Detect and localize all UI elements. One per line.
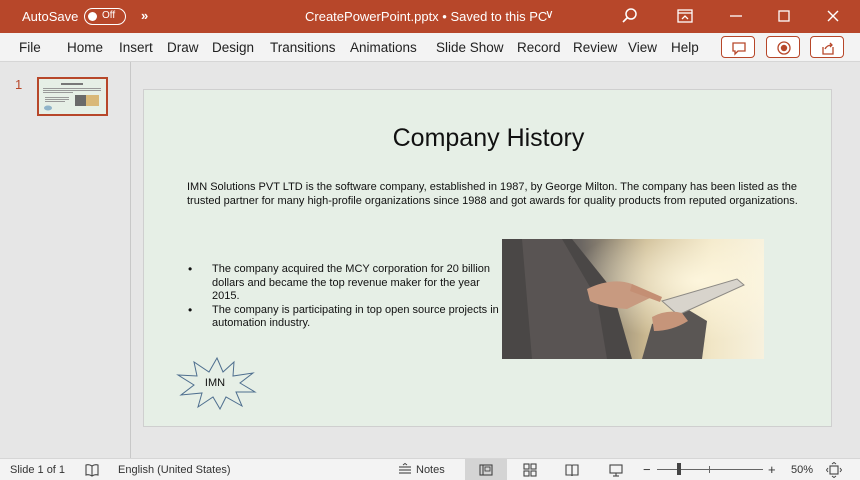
- ribbon-tabs: File Home Insert Draw Design Transitions…: [0, 33, 860, 62]
- status-bar: Slide 1 of 1 English (United States) Not…: [0, 458, 860, 480]
- toggle-knob: [88, 12, 97, 21]
- tab-help[interactable]: Help: [671, 40, 699, 55]
- zoom-slider-center-tick: [709, 466, 710, 473]
- chevron-down-icon[interactable]: ∨: [545, 7, 554, 21]
- slide-sorter-icon[interactable]: [522, 462, 538, 478]
- close-icon[interactable]: [822, 5, 844, 27]
- record-icon: [777, 41, 791, 55]
- search-icon[interactable]: [619, 5, 641, 27]
- starburst-shape[interactable]: IMN: [176, 356, 258, 410]
- ribbon-display-icon[interactable]: [674, 5, 696, 27]
- zoom-out-button[interactable]: −: [643, 462, 651, 477]
- slide-count[interactable]: Slide 1 of 1: [10, 464, 65, 476]
- slide-show-icon[interactable]: [608, 462, 624, 478]
- slide-thumbnail-pane: 1: [0, 62, 131, 458]
- fit-slide-icon[interactable]: [825, 461, 843, 479]
- bullet-list[interactable]: The company acquired the MCY corporation…: [187, 263, 507, 331]
- autosave-toggle[interactable]: Off: [84, 8, 126, 25]
- slide-number: 1: [15, 77, 23, 92]
- bullet-item: The company acquired the MCY corporation…: [187, 263, 507, 304]
- share-icon: [822, 42, 834, 55]
- document-title[interactable]: CreatePowerPoint.pptx • Saved to this PC: [305, 9, 547, 24]
- tab-design[interactable]: Design: [212, 40, 254, 55]
- title-bar: AutoSave Off » CreatePowerPoint.pptx • S…: [0, 0, 860, 33]
- record-button[interactable]: [766, 36, 800, 58]
- normal-view-icon[interactable]: [478, 462, 494, 478]
- share-button[interactable]: [810, 36, 844, 58]
- tab-draw[interactable]: Draw: [167, 40, 199, 55]
- more-commands-icon[interactable]: »: [141, 8, 148, 23]
- tablet-hands-photo[interactable]: [502, 239, 764, 359]
- autosave-state: Off: [102, 10, 116, 21]
- tab-slide-show[interactable]: Slide Show: [436, 40, 504, 55]
- comment-icon: [732, 42, 746, 56]
- autosave-label: AutoSave: [22, 9, 79, 24]
- comments-button[interactable]: [721, 36, 755, 58]
- accessibility-book-icon[interactable]: [84, 462, 100, 478]
- tab-insert[interactable]: Insert: [119, 40, 153, 55]
- zoom-in-button[interactable]: +: [768, 462, 776, 477]
- tab-review[interactable]: Review: [573, 40, 617, 55]
- thumbnail-preview: [39, 79, 106, 114]
- language-indicator[interactable]: English (United States): [118, 464, 231, 476]
- slide-title[interactable]: Company History: [144, 124, 833, 153]
- bullet-item: The company is participating in top open…: [187, 304, 507, 331]
- slide-canvas[interactable]: Company History IMN Solutions PVT LTD is…: [143, 89, 832, 427]
- zoom-slider-thumb[interactable]: [677, 463, 682, 475]
- tab-transitions[interactable]: Transitions: [270, 40, 336, 55]
- starburst-text: IMN: [204, 377, 226, 389]
- tab-record[interactable]: Record: [517, 40, 561, 55]
- notes-button[interactable]: Notes: [416, 464, 445, 476]
- tab-file[interactable]: File: [19, 40, 41, 55]
- tab-animations[interactable]: Animations: [350, 40, 417, 55]
- tab-home[interactable]: Home: [67, 40, 103, 55]
- tab-view[interactable]: View: [628, 40, 657, 55]
- zoom-slider-track[interactable]: [657, 469, 763, 470]
- notes-icon[interactable]: [397, 462, 413, 478]
- zoom-level[interactable]: 50%: [791, 464, 813, 476]
- slide-thumbnail[interactable]: [37, 77, 108, 116]
- reading-view-icon[interactable]: [564, 462, 580, 478]
- maximize-icon[interactable]: [773, 5, 795, 27]
- minimize-icon[interactable]: [725, 5, 747, 27]
- slide-paragraph[interactable]: IMN Solutions PVT LTD is the software co…: [187, 181, 809, 208]
